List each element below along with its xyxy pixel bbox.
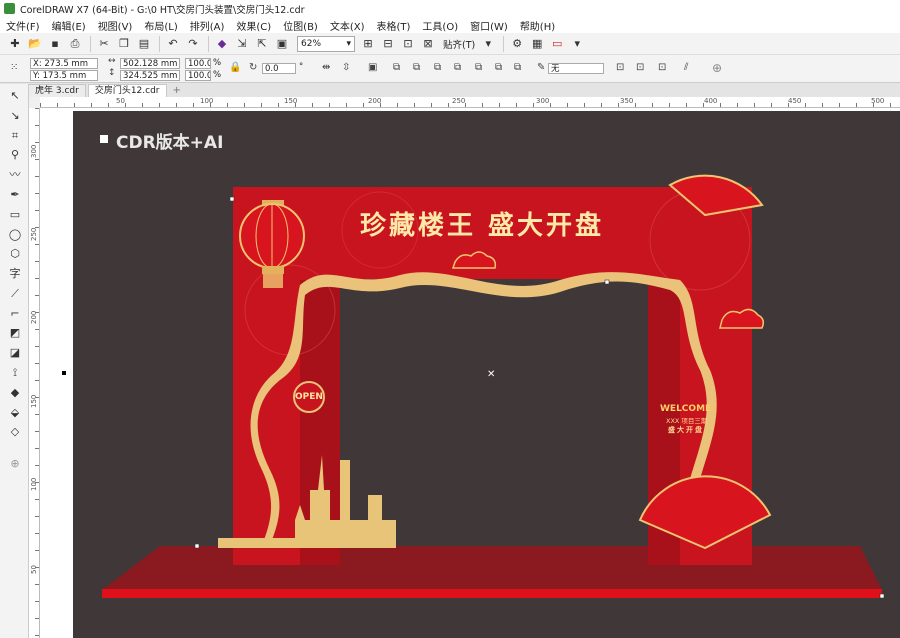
selection-handle (879, 593, 885, 599)
floor-edge (102, 589, 882, 598)
lantern-base (262, 266, 284, 274)
lantern-tassel (263, 274, 283, 288)
selection-handle (604, 279, 610, 285)
welcome-project-text[interactable]: XXX 项目三期 (666, 415, 707, 425)
welcome-opening-text[interactable]: 盛大开盘 (668, 425, 704, 435)
selection-handle (229, 196, 235, 202)
welcome-text[interactable]: WELCOME (660, 404, 711, 414)
gate-artwork[interactable] (0, 0, 900, 638)
headline-text[interactable]: 珍藏楼王 盛大开盘 (360, 205, 604, 242)
floor-platform (102, 546, 882, 590)
rotation-center-icon[interactable]: ✕ (487, 369, 495, 380)
selection-handle (194, 543, 200, 549)
open-sign[interactable]: OPEN (293, 381, 325, 413)
